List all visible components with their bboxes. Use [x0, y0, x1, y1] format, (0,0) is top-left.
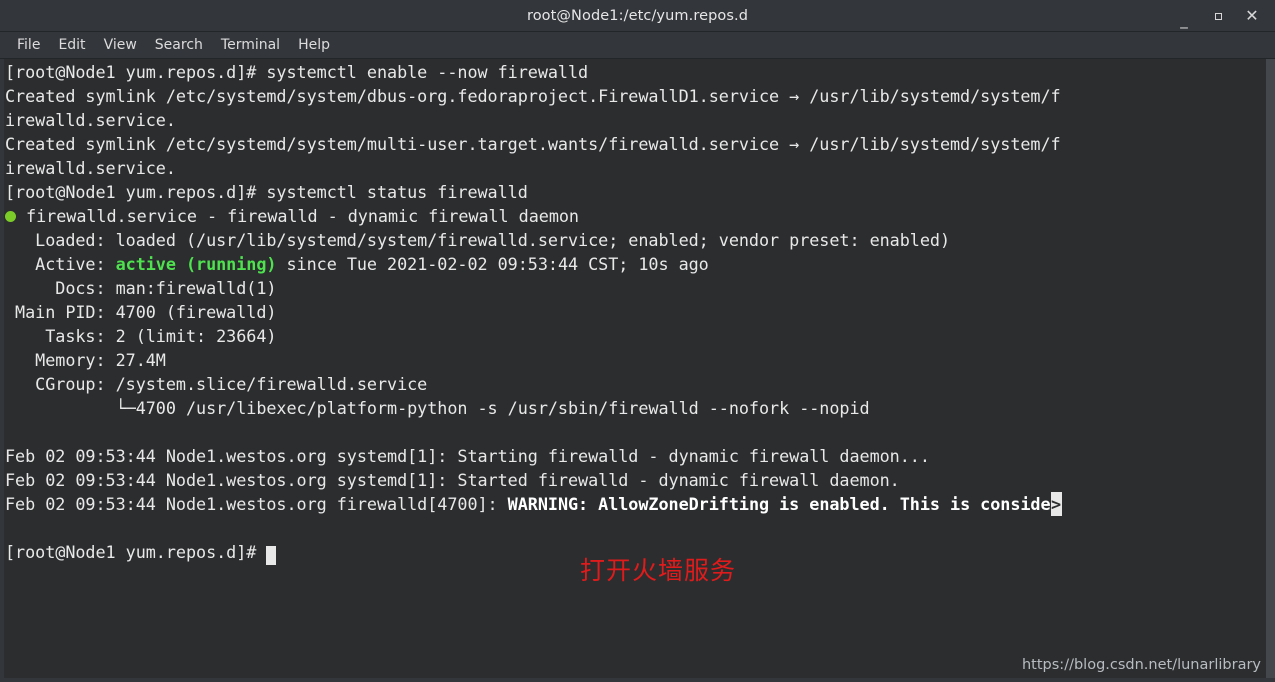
- terminal-window: root@Node1:/etc/yum.repos.d _ ✕ File Edi…: [0, 0, 1275, 682]
- terminal-line: Main PID: 4700 (firewalld): [5, 302, 277, 322]
- annotation-text: 打开火墙服务: [580, 556, 737, 585]
- terminal-line: irewalld.service.: [5, 110, 176, 130]
- terminal-scrollbar[interactable]: [1266, 59, 1275, 678]
- terminal-line: Loaded: loaded (/usr/lib/systemd/system/…: [5, 230, 950, 250]
- line-truncated-marker-icon: >: [1050, 492, 1062, 516]
- window-controls: _ ✕: [1167, 0, 1269, 32]
- log-prefix: Feb 02 09:53:44 Node1.westos.org firewal…: [5, 494, 508, 514]
- window-title: root@Node1:/etc/yum.repos.d: [526, 7, 749, 24]
- menu-item-terminal[interactable]: Terminal: [212, 34, 289, 56]
- terminal-line: Created symlink /etc/systemd/system/mult…: [5, 134, 1061, 154]
- menu-bar: File Edit View Search Terminal Help: [0, 32, 1275, 59]
- green-status-dot-icon: [5, 210, 16, 222]
- maximize-icon: [1214, 12, 1222, 20]
- terminal-line: [root@Node1 yum.repos.d]# systemctl stat…: [5, 182, 528, 202]
- terminal-line-warning: Feb 02 09:53:44 Node1.westos.org firewal…: [4, 492, 1266, 516]
- terminal-line: Memory: 27.4M: [5, 350, 166, 370]
- menu-item-view[interactable]: View: [95, 34, 146, 56]
- terminal-line: Created symlink /etc/systemd/system/dbus…: [5, 86, 1061, 106]
- active-running-value: active (running): [115, 254, 277, 274]
- terminal-line: Docs: man:firewalld(1): [5, 278, 277, 298]
- minimize-icon: _: [1180, 10, 1188, 29]
- warning-text: WARNING: AllowZoneDrifting is enabled. T…: [507, 494, 1051, 514]
- menu-item-help[interactable]: Help: [289, 34, 339, 56]
- terminal-line: Feb 02 09:53:44 Node1.westos.org systemd…: [5, 470, 900, 490]
- terminal-line: CGroup: /system.slice/firewalld.service: [5, 374, 428, 394]
- terminal-line: Feb 02 09:53:44 Node1.westos.org systemd…: [5, 446, 930, 466]
- terminal-line: Tasks: 2 (limit: 23664): [5, 326, 277, 346]
- close-button[interactable]: ✕: [1235, 0, 1269, 32]
- terminal-line-text: firewalld.service - firewalld - dynamic …: [16, 206, 579, 226]
- close-icon: ✕: [1245, 6, 1259, 25]
- active-label: Active:: [5, 254, 116, 274]
- title-bar: root@Node1:/etc/yum.repos.d _ ✕: [0, 0, 1275, 32]
- menu-item-search[interactable]: Search: [146, 34, 212, 56]
- terminal-line: [root@Node1 yum.repos.d]# systemctl enab…: [5, 62, 589, 82]
- text-cursor: [266, 546, 277, 565]
- scrollbar-thumb[interactable]: [1266, 59, 1275, 678]
- terminal-line: └─4700 /usr/libexec/platform-python -s /…: [5, 398, 870, 418]
- watermark: https://blog.csdn.net/lunarlibrary: [1021, 657, 1261, 673]
- terminal-frame: [root@Node1 yum.repos.d]# systemctl enab…: [0, 59, 1275, 682]
- terminal-line: irewalld.service.: [5, 158, 176, 178]
- maximize-button[interactable]: [1201, 0, 1235, 32]
- menu-item-edit[interactable]: Edit: [49, 34, 94, 56]
- terminal-line-service-header: firewalld.service - firewalld - dynamic …: [4, 204, 1266, 228]
- menu-item-file[interactable]: File: [8, 34, 49, 56]
- terminal-line-active: Active: active (running) since Tue 2021-…: [4, 252, 1266, 276]
- active-since: since Tue 2021-02-02 09:53:44 CST; 10s a…: [276, 254, 709, 274]
- prompt-text: [root@Node1 yum.repos.d]#: [5, 542, 267, 562]
